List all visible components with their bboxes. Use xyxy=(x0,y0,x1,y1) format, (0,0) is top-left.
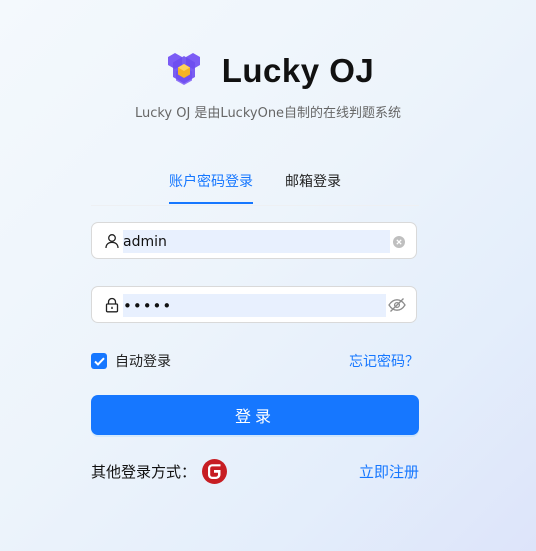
username-field[interactable] xyxy=(91,222,417,259)
username-input[interactable] xyxy=(123,230,390,253)
clear-icon[interactable] xyxy=(393,236,405,248)
other-login-label: 其他登录方式： xyxy=(91,463,197,481)
tab-email[interactable]: 邮箱登录 xyxy=(285,172,341,204)
gitee-icon[interactable] xyxy=(202,459,228,484)
auto-login-checkbox[interactable]: 自动登录 xyxy=(91,351,171,371)
password-input[interactable] xyxy=(123,294,386,317)
password-field[interactable] xyxy=(91,286,417,323)
other-login-methods: 其他登录方式： xyxy=(91,459,228,484)
app-header: Lucky OJ xyxy=(0,49,536,93)
login-button[interactable]: 登录 xyxy=(91,395,419,435)
logo-icon xyxy=(167,53,200,85)
eye-invisible-icon[interactable] xyxy=(388,297,406,313)
tab-account-password[interactable]: 账户密码登录 xyxy=(169,172,253,204)
lock-icon xyxy=(105,297,119,313)
app-subtitle: Lucky OJ 是由LuckyOne自制的在线判题系统 xyxy=(134,106,402,121)
login-tabs: 账户密码登录 邮箱登录 xyxy=(91,172,419,206)
forgot-password-link[interactable]: 忘记密码？ xyxy=(349,351,419,371)
app-title: Lucky OJ xyxy=(221,52,375,89)
checkbox-checked-icon[interactable] xyxy=(91,353,107,369)
auto-login-label: 自动登录 xyxy=(115,354,171,370)
register-link[interactable]: 立即注册 xyxy=(359,461,419,482)
user-icon xyxy=(105,234,119,249)
